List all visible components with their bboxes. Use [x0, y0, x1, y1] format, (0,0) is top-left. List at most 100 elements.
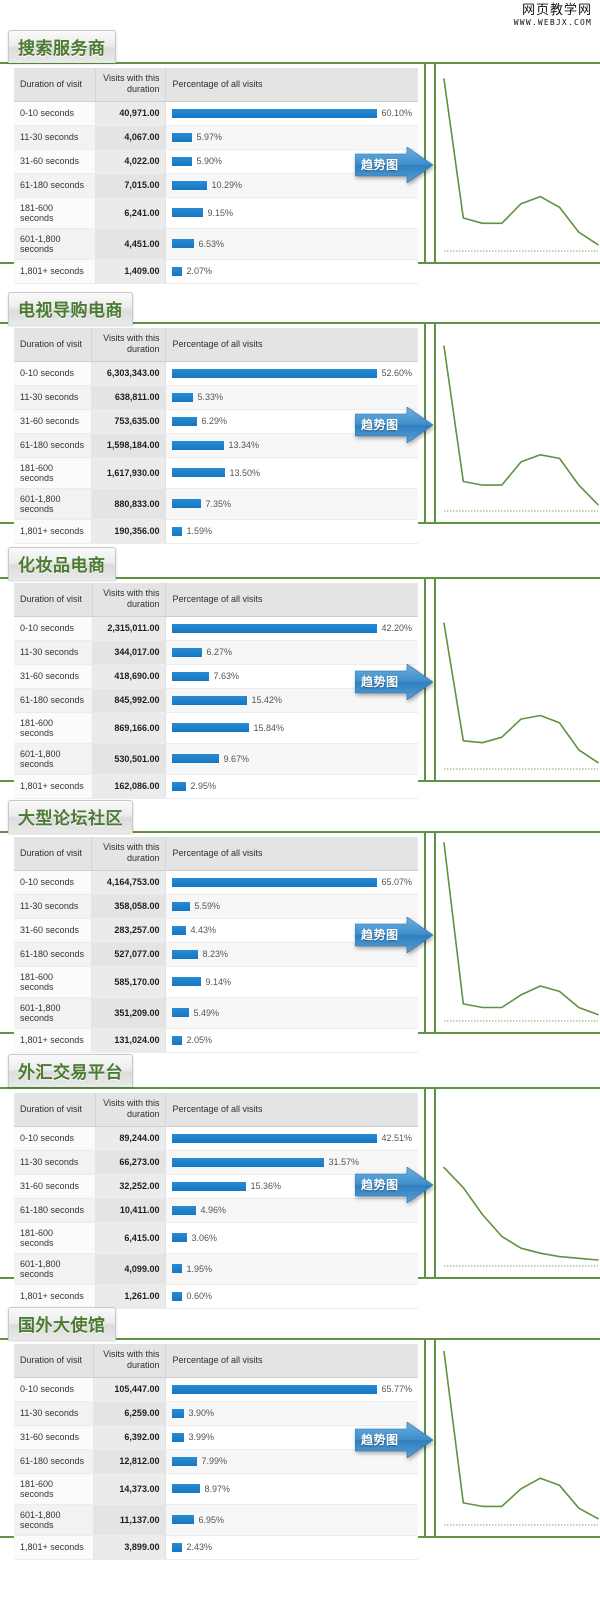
- table-row[interactable]: 181-600 seconds 869,166.00 15.84%: [14, 712, 418, 744]
- cell-duration: 0-10 seconds: [14, 1126, 96, 1151]
- table-row[interactable]: 601-1,800 seconds 11,137.00 6.95%: [14, 1504, 418, 1536]
- cell-percentage: 60.10%: [165, 101, 418, 126]
- percentage-bar-wrap: 4.96%: [172, 1205, 412, 1215]
- table-row[interactable]: 1,801+ seconds 190,356.00 1.59%: [14, 519, 418, 544]
- cell-visits: 344,017.00: [92, 640, 167, 665]
- column-header-duration[interactable]: Duration of visit: [14, 328, 93, 362]
- panel-title-tab[interactable]: 化妆品电商: [8, 547, 116, 580]
- column-header-duration[interactable]: Duration of visit: [14, 583, 93, 617]
- cell-percentage: 3.06%: [165, 1222, 418, 1254]
- trend-chart-callout-arrow[interactable]: 趋势图: [355, 664, 433, 700]
- table-row[interactable]: 1,801+ seconds 3,899.00 2.43%: [14, 1535, 418, 1560]
- percentage-bar-wrap: 5.33%: [172, 392, 412, 402]
- cell-percentage: 6.95%: [165, 1504, 418, 1536]
- table-row[interactable]: 601-1,800 seconds 530,501.00 9.67%: [14, 743, 418, 775]
- table-row[interactable]: 0-10 seconds 40,971.00 60.10%: [14, 101, 418, 126]
- cell-visits: 66,273.00: [95, 1150, 167, 1175]
- trend-chart-callout-arrow[interactable]: 趋势图: [355, 1422, 433, 1458]
- column-header-duration[interactable]: Duration of visit: [14, 837, 93, 871]
- table-row[interactable]: 601-1,800 seconds 4,451.00 6.53%: [14, 228, 418, 260]
- percentage-bar-wrap: 5.97%: [172, 132, 412, 142]
- table-row[interactable]: 601-1,800 seconds 351,209.00 5.49%: [14, 997, 418, 1029]
- cell-duration: 181-600 seconds: [14, 966, 93, 998]
- cell-percentage: 13.50%: [165, 457, 418, 489]
- column-header-visits[interactable]: Visits with this duration: [95, 68, 167, 102]
- cell-percentage: 5.49%: [165, 997, 418, 1029]
- table-row[interactable]: 11-30 seconds 344,017.00 6.27%: [14, 640, 418, 665]
- table-row[interactable]: 181-600 seconds 1,617,930.00 13.50%: [14, 457, 418, 489]
- percentage-bar-wrap: 6.95%: [172, 1515, 412, 1525]
- percentage-bar-wrap: 2.95%: [172, 781, 412, 791]
- table-row[interactable]: 11-30 seconds 358,058.00 5.59%: [14, 894, 418, 919]
- panel-body: Duration of visit Visits with this durati…: [0, 322, 600, 544]
- percentage-label: 9.67%: [223, 753, 249, 764]
- table-row[interactable]: 0-10 seconds 6,303,343.00 52.60%: [14, 361, 418, 386]
- trend-chart-callout-arrow[interactable]: 趋势图: [355, 1167, 433, 1203]
- table-row[interactable]: 1,801+ seconds 1,261.00 0.60%: [14, 1284, 418, 1309]
- cell-duration: 601-1,800 seconds: [14, 488, 93, 520]
- table-row[interactable]: 181-600 seconds 6,241.00 9.15%: [14, 197, 418, 229]
- panel-title-tab[interactable]: 搜索服务商: [8, 30, 116, 63]
- percentage-bar: [172, 877, 378, 887]
- table-row[interactable]: 11-30 seconds 4,067.00 5.97%: [14, 125, 418, 150]
- cell-duration: 61-180 seconds: [14, 433, 93, 458]
- percentage-bar: [172, 1205, 197, 1215]
- column-header-percentage[interactable]: Percentage of all visits: [165, 837, 418, 871]
- column-header-duration[interactable]: Duration of visit: [14, 68, 96, 102]
- trend-chart-callout-arrow[interactable]: 趋势图: [355, 407, 433, 443]
- column-header-percentage[interactable]: Percentage of all visits: [165, 583, 418, 617]
- cell-duration: 1,801+ seconds: [14, 259, 96, 284]
- column-header-visits[interactable]: Visits with this duration: [92, 583, 167, 617]
- cell-percentage: 6.27%: [165, 640, 418, 665]
- percentage-label: 2.05%: [186, 1035, 212, 1045]
- column-header-visits[interactable]: Visits with this duration: [95, 1093, 167, 1127]
- watermark-cn: 网页教学网: [521, 3, 592, 18]
- panel-title-tab[interactable]: 外汇交易平台: [8, 1054, 133, 1087]
- percentage-label: 5.90%: [196, 156, 222, 166]
- percentage-bar-wrap: 6.27%: [172, 647, 412, 657]
- cell-percentage: 1.95%: [165, 1253, 418, 1285]
- column-header-visits[interactable]: Visits with this duration: [91, 837, 167, 871]
- percentage-bar: [172, 392, 194, 402]
- cell-visits: 6,392.00: [93, 1425, 167, 1450]
- table-row[interactable]: 0-10 seconds 4,164,753.00 65.07%: [14, 870, 418, 895]
- cell-duration: 61-180 seconds: [14, 688, 93, 713]
- panel-title-label: 外汇交易平台: [18, 1063, 123, 1083]
- column-header-percentage[interactable]: Percentage of all visits: [165, 1093, 418, 1127]
- table-row[interactable]: 1,801+ seconds 131,024.00 2.05%: [14, 1028, 418, 1053]
- percentage-bar-wrap: 9.15%: [172, 208, 412, 218]
- panel-title-tab[interactable]: 国外大使馆: [8, 1307, 116, 1340]
- column-header-percentage[interactable]: Percentage of all visits: [165, 68, 418, 102]
- column-header-visits[interactable]: Visits with this duration: [91, 328, 167, 362]
- table-row[interactable]: 181-600 seconds 14,373.00 8.97%: [14, 1473, 418, 1505]
- table-row[interactable]: 0-10 seconds 105,447.00 65.77%: [14, 1377, 418, 1402]
- table-row[interactable]: 181-600 seconds 585,170.00 9.14%: [14, 966, 418, 998]
- cell-duration: 31-60 seconds: [14, 1425, 95, 1450]
- percentage-bar-wrap: 15.84%: [172, 723, 412, 733]
- percentage-label: 5.33%: [197, 392, 223, 402]
- column-header-duration[interactable]: Duration of visit: [14, 1344, 95, 1378]
- cell-percentage: 2.95%: [165, 774, 418, 799]
- table-row[interactable]: 601-1,800 seconds 4,099.00 1.95%: [14, 1253, 418, 1285]
- table-row[interactable]: 601-1,800 seconds 880,833.00 7.35%: [14, 488, 418, 520]
- percentage-bar-wrap: 2.05%: [172, 1035, 412, 1045]
- panel-divider-line: [434, 64, 436, 262]
- panel-title-tab[interactable]: 电视导购电商: [8, 292, 133, 325]
- column-header-duration[interactable]: Duration of visit: [14, 1093, 96, 1127]
- column-header-percentage[interactable]: Percentage of all visits: [165, 1344, 418, 1378]
- cell-duration: 11-30 seconds: [14, 894, 93, 919]
- table-row[interactable]: 0-10 seconds 89,244.00 42.51%: [14, 1126, 418, 1151]
- panel-title-tab[interactable]: 大型论坛社区: [8, 800, 133, 833]
- trend-chart-callout-arrow[interactable]: 趋势图: [355, 917, 433, 953]
- column-header-visits[interactable]: Visits with this duration: [93, 1344, 167, 1378]
- table-row[interactable]: 1,801+ seconds 1,409.00 2.07%: [14, 259, 418, 284]
- table-row[interactable]: 11-30 seconds 638,811.00 5.33%: [14, 385, 418, 410]
- cell-duration: 601-1,800 seconds: [14, 997, 93, 1029]
- table-row[interactable]: 1,801+ seconds 162,086.00 2.95%: [14, 774, 418, 799]
- column-header-percentage[interactable]: Percentage of all visits: [165, 328, 418, 362]
- percentage-bar-wrap: 3.90%: [172, 1408, 412, 1418]
- percentage-bar-wrap: 5.49%: [172, 1008, 412, 1018]
- table-row[interactable]: 0-10 seconds 2,315,011.00 42.20%: [14, 616, 418, 641]
- table-row[interactable]: 181-600 seconds 6,415.00 3.06%: [14, 1222, 418, 1254]
- trend-chart-callout-arrow[interactable]: 趋势图: [355, 147, 433, 183]
